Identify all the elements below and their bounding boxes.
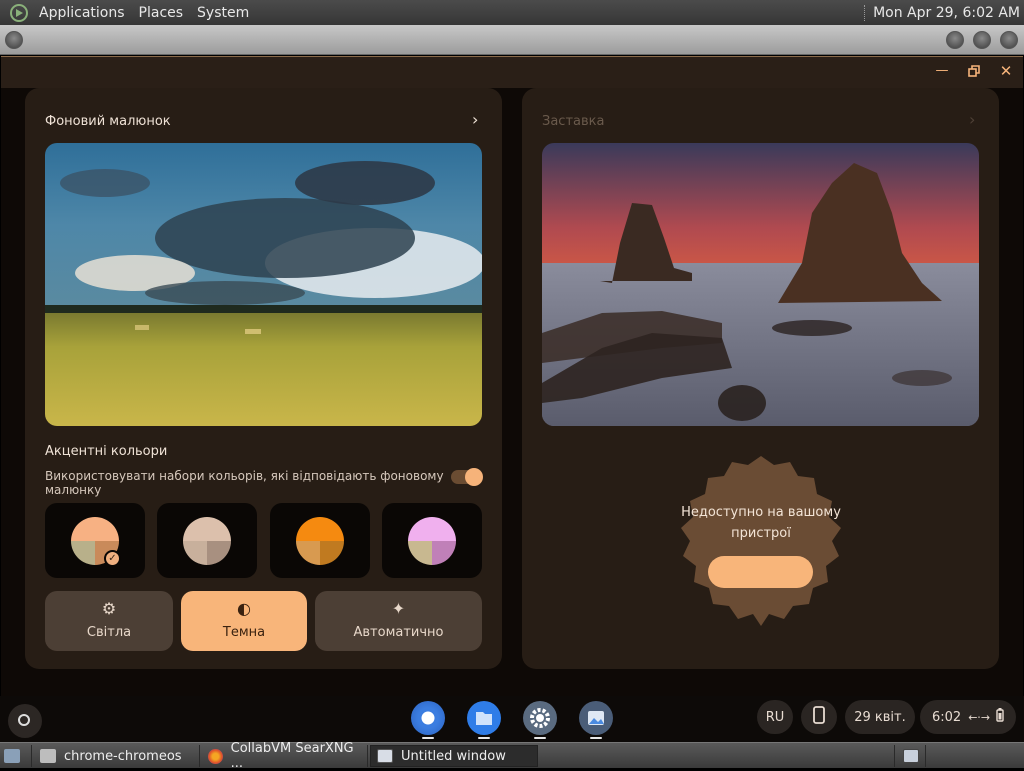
- phone-icon: [813, 706, 825, 728]
- chevron-right-icon: ›: [969, 110, 976, 129]
- screensaver-card: Заставка › Недоступно на вашому пристрої: [522, 88, 999, 669]
- app-content: Фоновий малюнок › Акцентні кольори Викор…: [1, 88, 1023, 696]
- screensaver-title: Заставка: [542, 114, 605, 129]
- chevron-right-icon[interactable]: ›: [472, 110, 478, 129]
- task-label: Untitled window: [401, 748, 506, 764]
- accent-toggle-label: Використовувати набори кольорів, які від…: [45, 469, 444, 497]
- check-icon: ✓: [104, 550, 121, 567]
- gallery-app-icon[interactable]: [579, 701, 613, 735]
- launcher-button[interactable]: [8, 704, 42, 738]
- menu-system[interactable]: System: [190, 5, 256, 21]
- half-circle-icon: ◐: [237, 599, 251, 618]
- input-method-indicator[interactable]: RU: [757, 700, 793, 734]
- chrome-app-icon[interactable]: [411, 701, 445, 735]
- unavailable-action-button[interactable]: [708, 556, 813, 588]
- color-swatch-3[interactable]: [270, 503, 370, 578]
- dark-mode-button[interactable]: ◐ Темна: [181, 591, 307, 651]
- window-frame-titlebar[interactable]: [0, 25, 1024, 55]
- color-swatch-pie: [183, 517, 231, 565]
- task-label: CollabVM SearXNG ...: [230, 741, 354, 771]
- minimize-frame-button[interactable]: [946, 31, 964, 49]
- personalization-window: — ✕ Фоновий малюнок › Акцентні кольори В…: [1, 56, 1023, 696]
- running-indicator: [478, 737, 490, 739]
- menu-applications[interactable]: Applications: [32, 5, 132, 21]
- accent-toggle[interactable]: [451, 468, 483, 486]
- panel-separator: [864, 4, 866, 21]
- window-icon: [377, 749, 393, 763]
- firefox-icon: [208, 748, 223, 764]
- menu-places[interactable]: Places: [132, 5, 191, 21]
- status-tray[interactable]: 6:02 ←⋅→: [920, 700, 1016, 734]
- task-untitled-window[interactable]: Untitled window: [370, 745, 538, 767]
- task-chrome-chromeos[interactable]: chrome-chromeos: [34, 745, 200, 767]
- shelf: RU 29 квіт. 6:02 ←⋅→: [0, 696, 1024, 742]
- unavailable-text: Недоступно на вашому пристрої: [681, 505, 841, 541]
- date-tray[interactable]: 29 квіт.: [845, 700, 915, 734]
- task-collabvm-searxng[interactable]: CollabVM SearXNG ...: [202, 741, 368, 771]
- running-indicator: [590, 737, 602, 739]
- running-indicator: [422, 737, 434, 739]
- color-swatch-1[interactable]: ✓: [45, 503, 145, 578]
- light-mode-label: Світла: [86, 625, 132, 640]
- desktop-icon: [4, 749, 20, 763]
- top-panel: Applications Places System Mon Apr 29, 6…: [0, 0, 1024, 25]
- minimize-icon[interactable]: —: [934, 63, 950, 78]
- accent-colors-title: Акцентні кольори: [45, 444, 168, 459]
- restore-icon[interactable]: [966, 65, 982, 81]
- gear-icon: ⚙: [101, 599, 117, 618]
- files-app-icon[interactable]: [467, 701, 501, 735]
- show-desktop-button[interactable]: [0, 745, 32, 767]
- app-titlebar[interactable]: — ✕: [1, 56, 1023, 88]
- color-swatch-4[interactable]: [382, 503, 482, 578]
- applications-logo-icon[interactable]: [10, 3, 28, 22]
- wallpaper-title[interactable]: Фоновий малюнок: [45, 114, 171, 129]
- close-frame-button[interactable]: [1000, 31, 1018, 49]
- light-mode-button[interactable]: ⚙ Світла: [45, 591, 173, 651]
- battery-icon: [996, 708, 1004, 726]
- workspace-icon: [903, 749, 919, 763]
- dark-mode-label: Темна: [222, 625, 266, 640]
- folder-icon: [40, 749, 56, 763]
- wallpaper-card: Фоновий малюнок › Акцентні кольори Викор…: [25, 88, 502, 669]
- maximize-frame-button[interactable]: [973, 31, 991, 49]
- network-icon: ←⋅→: [968, 710, 991, 724]
- window-menu-button[interactable]: [5, 31, 23, 49]
- task-label: chrome-chromeos: [64, 748, 182, 764]
- auto-mode-button[interactable]: ✦ Автоматично: [315, 591, 482, 651]
- auto-mode-label: Автоматично: [353, 625, 444, 640]
- phone-hub-button[interactable]: [801, 700, 837, 734]
- close-icon[interactable]: ✕: [998, 62, 1014, 80]
- color-swatch-pie: [296, 517, 344, 565]
- color-swatch-pie: [408, 517, 456, 565]
- bottom-taskbar: chrome-chromeos CollabVM SearXNG ... Unt…: [0, 741, 1024, 771]
- panel-clock[interactable]: Mon Apr 29, 6:02 AM: [873, 5, 1024, 21]
- unavailable-badge: Недоступно на вашому пристрої: [666, 446, 856, 636]
- tray-time: 6:02: [932, 709, 962, 725]
- color-swatch-2[interactable]: [157, 503, 257, 578]
- settings-app-icon[interactable]: [523, 701, 557, 735]
- workspace-switcher[interactable]: [894, 745, 926, 767]
- running-indicator: [534, 737, 546, 739]
- wallpaper-preview[interactable]: [45, 143, 482, 426]
- screensaver-preview: [542, 143, 979, 426]
- magic-wand-icon: ✦: [391, 599, 406, 618]
- toggle-knob: [465, 468, 483, 486]
